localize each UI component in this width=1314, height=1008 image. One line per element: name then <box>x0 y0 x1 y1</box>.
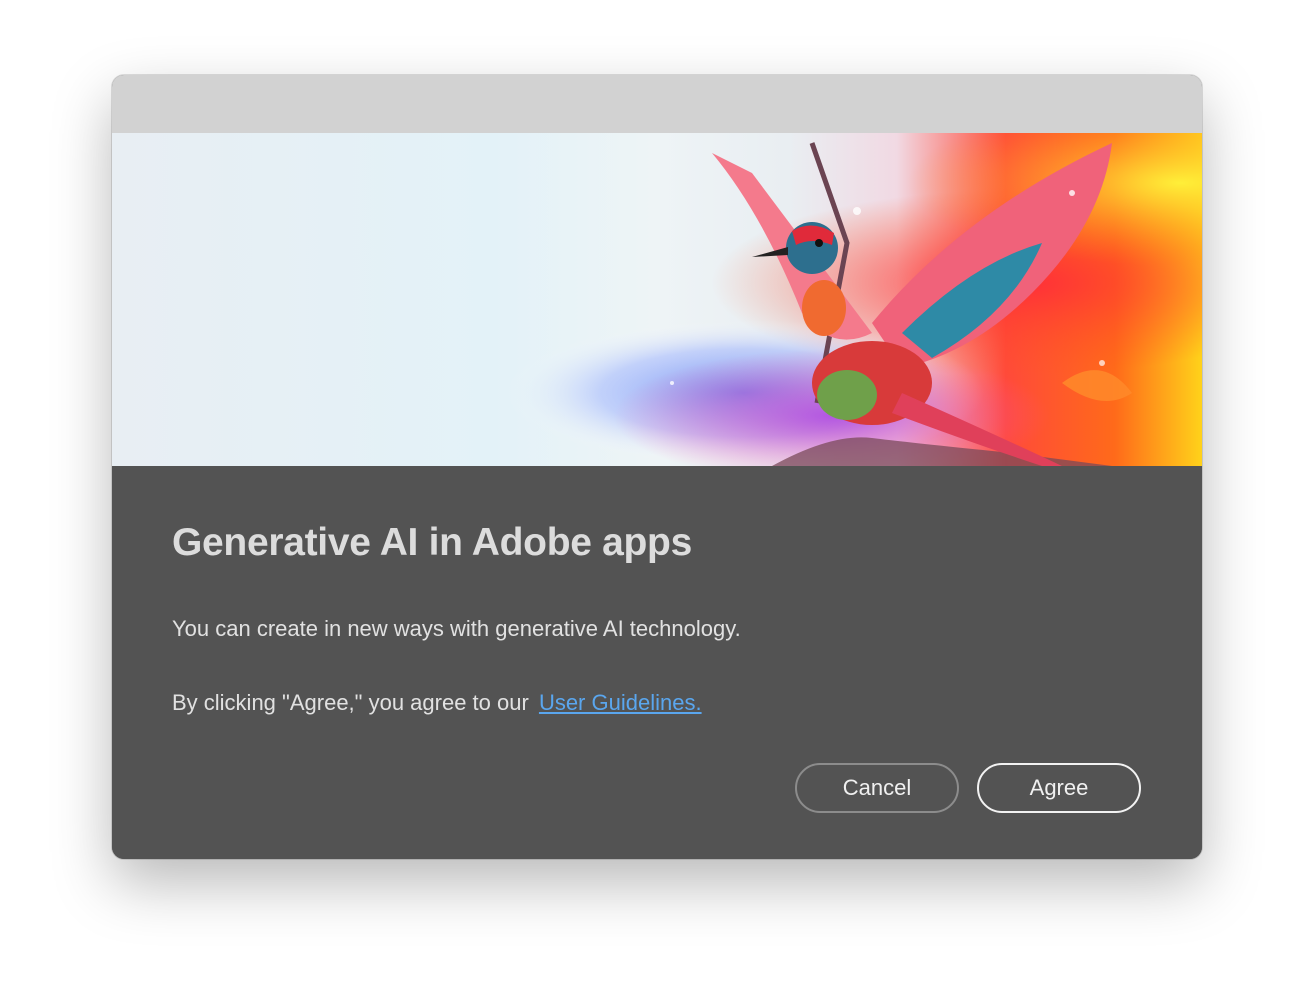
agree-button[interactable]: Agree <box>977 763 1141 813</box>
dialog-body: Generative AI in Adobe apps You can crea… <box>112 466 1202 859</box>
dialog-description: You can create in new ways with generati… <box>172 616 741 641</box>
dialog-title: Generative AI in Adobe apps <box>172 521 692 564</box>
user-guidelines-link[interactable]: User Guidelines. <box>539 690 702 715</box>
generative-ai-dialog: Generative AI in Adobe apps You can crea… <box>112 75 1202 859</box>
cancel-button[interactable]: Cancel <box>795 763 959 813</box>
bird-illustration <box>112 133 1202 466</box>
window-titlebar[interactable] <box>112 75 1202 134</box>
agreement-prefix: By clicking "Agree," you agree to our <box>172 690 529 715</box>
hero-image <box>112 133 1202 466</box>
agreement-text: By clicking "Agree," you agree to our Us… <box>172 690 702 716</box>
